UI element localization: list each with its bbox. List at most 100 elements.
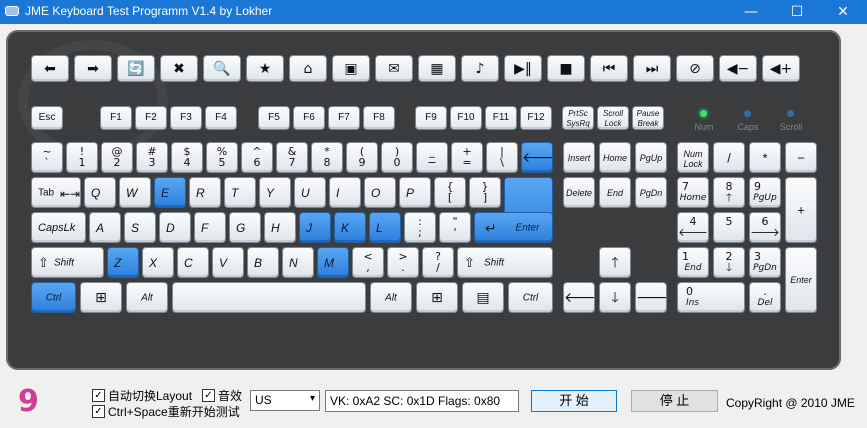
key-num-lock[interactable]: Num Lock	[677, 142, 709, 173]
key-t[interactable]: T	[224, 177, 256, 208]
media-stop-playback-key[interactable]: ■	[547, 55, 585, 82]
key-period[interactable]: >.	[387, 247, 419, 278]
key-o[interactable]: O	[364, 177, 396, 208]
key-f6[interactable]: F6	[293, 106, 325, 130]
key-f7[interactable]: F7	[328, 106, 360, 130]
key-end[interactable]: End	[599, 177, 631, 208]
key-j[interactable]: J	[299, 212, 331, 243]
key-num-3[interactable]: 3 PgDn	[749, 247, 781, 278]
media-calculator-key[interactable]: ▦	[418, 55, 456, 82]
key-right-ctrl[interactable]: Ctrl	[508, 282, 553, 313]
key-num-6[interactable]: 6 🡒	[749, 212, 781, 243]
sound-checkbox[interactable]: ✓ 音效	[202, 387, 242, 404]
key-r[interactable]: R	[189, 177, 221, 208]
key-f2[interactable]: F2	[135, 106, 167, 130]
key-s[interactable]: S	[124, 212, 156, 243]
key-q[interactable]: Q	[84, 177, 116, 208]
media-volume-up-key[interactable]: ◀+	[762, 55, 800, 82]
key-quote[interactable]: " '	[439, 212, 471, 243]
key-k[interactable]: K	[334, 212, 366, 243]
key-f11[interactable]: F11	[485, 106, 517, 130]
key-e[interactable]: E	[154, 177, 186, 208]
key-w[interactable]: W	[119, 177, 151, 208]
key-3[interactable]: #3	[136, 142, 168, 173]
key-num-dot[interactable]: . Del	[749, 282, 781, 313]
media-next-key[interactable]: ⏭	[633, 55, 671, 82]
key-c[interactable]: C	[177, 247, 209, 278]
key-delete[interactable]: Delete	[563, 177, 595, 208]
key-7[interactable]: & 7	[276, 142, 308, 173]
layout-select[interactable]: US ▾	[250, 390, 320, 411]
key-1[interactable]: ! 1	[66, 142, 98, 173]
key-f9[interactable]: F9	[415, 106, 447, 130]
key-num-9[interactable]: 9 PgUp	[749, 177, 781, 208]
key-f[interactable]: F	[194, 212, 226, 243]
media-search-key[interactable]: 🔍	[203, 55, 241, 82]
key-i[interactable]: I	[329, 177, 361, 208]
key-enter-lower[interactable]: ↵ Enter	[474, 212, 553, 243]
key-num-2[interactable]: 2 🡓	[713, 247, 745, 278]
restart-checkbox[interactable]: ✓ Ctrl+Space重新开始测试	[92, 403, 240, 420]
key-space[interactable]	[172, 282, 366, 313]
key-num-8[interactable]: 8 🡑	[713, 177, 745, 208]
media-volume-down-key[interactable]: ◀−	[719, 55, 757, 82]
auto-switch-checkbox[interactable]: ✓ 自动切换Layout	[92, 387, 192, 404]
key-num-plus[interactable]: +	[785, 177, 817, 243]
key-equals[interactable]: + =	[451, 142, 483, 173]
key-x[interactable]: X	[142, 247, 174, 278]
key-right-win[interactable]: ⊞	[416, 282, 458, 313]
key-home[interactable]: Home	[599, 142, 631, 173]
media-refresh-key[interactable]: 🔄	[117, 55, 155, 82]
key-arrow-down[interactable]: 🡓	[599, 282, 631, 313]
key-tab[interactable]: Tab ⇤⇥	[31, 177, 81, 208]
key-arrow-up[interactable]: 🡑	[599, 247, 631, 278]
key-5[interactable]: % 5	[206, 142, 238, 173]
key-f5[interactable]: F5	[258, 106, 290, 130]
key-backtick[interactable]: ~ `	[31, 142, 63, 173]
media-mute-key[interactable]: ⊘	[676, 55, 714, 82]
key-v[interactable]: V	[212, 247, 244, 278]
key-num-minus[interactable]: −	[785, 142, 817, 173]
media-favorites-key[interactable]: ★	[246, 55, 284, 82]
key-a[interactable]: A	[89, 212, 121, 243]
key-pause[interactable]: Pause Break	[632, 106, 664, 130]
key-num-divide[interactable]: /	[713, 142, 745, 173]
key-left-win[interactable]: ⊞	[80, 282, 122, 313]
key-page-down[interactable]: PgDn	[635, 177, 667, 208]
key-f12[interactable]: F12	[520, 106, 552, 130]
media-home-key[interactable]: ⌂	[289, 55, 327, 82]
key-num-enter[interactable]: Enter	[785, 247, 817, 313]
media-back-key[interactable]: ⬅	[31, 55, 69, 82]
key-backspace[interactable]: 🡐	[521, 142, 553, 173]
key-l[interactable]: L	[369, 212, 401, 243]
media-previous-key[interactable]: ⏮	[590, 55, 628, 82]
key-h[interactable]: H	[264, 212, 296, 243]
key-scroll-lock[interactable]: Scroll Lock	[597, 106, 629, 130]
key-slash[interactable]: ? /	[422, 247, 454, 278]
key-b[interactable]: B	[247, 247, 279, 278]
key-caps-lock[interactable]: CapsLk	[31, 212, 86, 243]
key-comma[interactable]: <,	[352, 247, 384, 278]
key-left-ctrl[interactable]: Ctrl	[31, 282, 76, 313]
key-page-up[interactable]: PgUp	[635, 142, 667, 173]
maximize-button[interactable]: ☐	[774, 0, 820, 24]
start-button[interactable]: 开 始	[531, 390, 617, 412]
key-num-1[interactable]: 1 End	[677, 247, 709, 278]
key-num-multiply[interactable]: *	[749, 142, 781, 173]
minimize-button[interactable]: —	[728, 0, 774, 24]
key-backslash[interactable]: | \	[486, 142, 518, 173]
key-u[interactable]: U	[294, 177, 326, 208]
key-z[interactable]: Z	[107, 247, 139, 278]
media-stop-key[interactable]: ✖	[160, 55, 198, 82]
key-f10[interactable]: F10	[450, 106, 482, 130]
key-f4[interactable]: F4	[205, 106, 237, 130]
key-insert[interactable]: Insert	[563, 142, 595, 173]
key-left-bracket[interactable]: {[	[434, 177, 466, 208]
key-left-shift[interactable]: ⇧ Shift	[31, 247, 104, 278]
key-right-alt[interactable]: Alt	[370, 282, 412, 313]
key-n[interactable]: N	[282, 247, 314, 278]
key-arrow-left[interactable]: 🡐	[563, 282, 595, 313]
key-4[interactable]: $4	[171, 142, 203, 173]
key-menu[interactable]: ▤	[462, 282, 504, 313]
close-button[interactable]: ✕	[820, 0, 866, 24]
